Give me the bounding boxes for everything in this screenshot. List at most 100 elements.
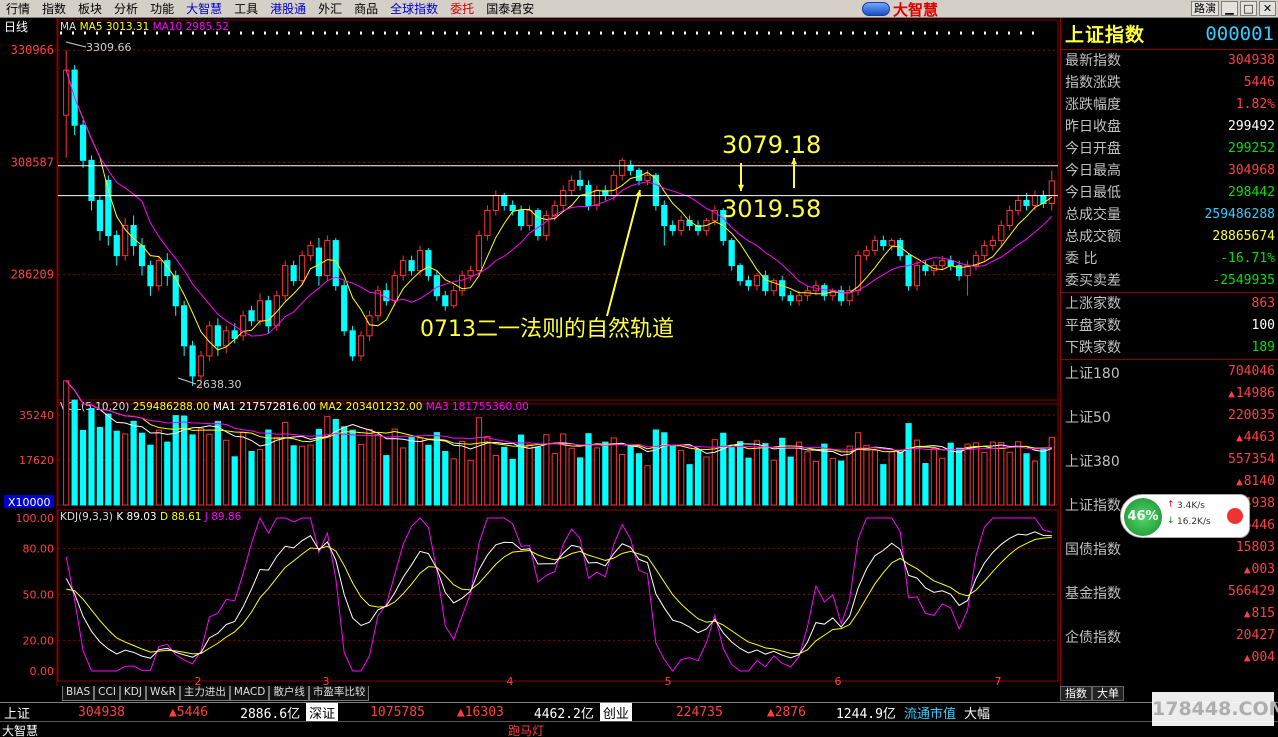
candle-body (113, 235, 120, 257)
menu-item-6[interactable]: 工具 (228, 0, 264, 18)
volume-bar (71, 399, 78, 506)
volume-bar (231, 456, 238, 506)
candle (79, 120, 87, 168)
menu-item-1[interactable]: 指数 (36, 0, 72, 18)
volume-bar (400, 447, 407, 506)
indicator-tab-2[interactable]: KDJ (119, 686, 146, 701)
candle-body (678, 220, 685, 232)
candle (703, 218, 710, 236)
volume-bar (366, 428, 373, 506)
menu-item-3[interactable]: 分析 (108, 0, 144, 18)
quote-row: 指数涨跌 5446 (1061, 72, 1278, 94)
index-item[interactable]: 上证180 704046 14986 (1061, 360, 1278, 404)
quote-rows: 最新指数 304938 指数涨跌 5446 涨跌幅度 1.82% 昨日收盘 299492 今日开… (1061, 50, 1278, 292)
candle (357, 330, 365, 361)
index-item-value: 20427 (1235, 628, 1275, 643)
network-widget[interactable]: 46% ↑ 3.4K/s ↓ 16.2K/s (1120, 494, 1250, 538)
candle-body (79, 124, 87, 161)
quote-row-label: 最新指数 (1065, 53, 1121, 69)
index-item[interactable]: 上证380 557354 8140 (1061, 448, 1278, 492)
window-button-1[interactable]: ▁ (1221, 1, 1238, 16)
candle-body (433, 275, 440, 297)
candle-body (324, 240, 331, 277)
kdj-legend-d: D 88.61 (160, 511, 205, 523)
indicator-tab-5[interactable]: MACD (229, 686, 270, 701)
index-item[interactable]: 上证50 220035 4463 (1061, 404, 1278, 448)
side-tab-0[interactable]: 指数 (1060, 686, 1092, 701)
candle (63, 50, 70, 158)
candle-body (795, 295, 803, 302)
index-item[interactable]: 企债指数 20427 004 (1061, 624, 1278, 668)
volume-bar (526, 444, 533, 506)
quote-row: 委 比 -16.71% (1061, 248, 1278, 270)
menu-item-10[interactable]: 全球指数 (384, 0, 444, 18)
quote-row-label: 总成交额 (1065, 229, 1121, 245)
menu-item-4[interactable]: 功能 (144, 0, 180, 18)
quote-row-label: 今日开盘 (1065, 141, 1121, 157)
trend-arrow-icon (606, 189, 641, 317)
menu-item-0[interactable]: 行情 (0, 0, 36, 18)
footer-app-name: 大智慧 (2, 724, 39, 737)
candle-body (619, 159, 626, 176)
index-item[interactable]: 国债指数 15803 003 (1061, 536, 1278, 580)
menu-item-2[interactable]: 板块 (72, 0, 108, 18)
candle-body (416, 250, 424, 272)
candle (265, 295, 272, 334)
menu-item-7[interactable]: 港股通 (264, 0, 312, 18)
volume-bar (408, 437, 415, 506)
kdj-legend: KDJ(9,3,3) K 89.03 D 88.61 J 89.86 (60, 511, 242, 523)
candle (745, 275, 752, 291)
quote-header: 上证指数 000001 (1061, 18, 1278, 50)
volume-bar (442, 450, 449, 506)
volume-bar (930, 448, 937, 506)
indicator-tab-4[interactable]: 主力进出 (179, 686, 230, 701)
status-flow[interactable]: 流通市值 (900, 703, 960, 722)
status-big[interactable]: 大幅 (960, 703, 994, 722)
volume-bar (753, 440, 761, 506)
window-button-0[interactable]: 路演 (1191, 1, 1219, 16)
candle (484, 205, 491, 241)
x-tick-label: 5 (665, 675, 672, 686)
quote-row-value: 299252 (1228, 141, 1275, 156)
candle (400, 255, 407, 281)
menu-item-9[interactable]: 商品 (348, 0, 384, 18)
candle (366, 310, 373, 341)
indicator-tab-3[interactable]: W&R (146, 686, 180, 701)
menu-item-11[interactable]: 委托 (444, 0, 480, 18)
breadth-row-value: 189 (1251, 340, 1275, 355)
quote-row-value: -16.71% (1220, 251, 1275, 266)
x-tick-label: 2 (195, 675, 202, 686)
quote-row: 涨跌幅度 1.82% (1061, 94, 1278, 116)
candle-body (475, 235, 483, 272)
indicator-tab-6[interactable]: 散户线 (269, 686, 309, 701)
index-item[interactable]: 基金指数 566429 815 (1061, 580, 1278, 624)
candle (341, 280, 348, 336)
volume-bar (568, 447, 575, 506)
indicator-tab-7[interactable]: 市盈率比较 (308, 686, 370, 701)
side-tab-1[interactable]: 大单 (1092, 686, 1124, 701)
window-button-2[interactable]: □ (1240, 1, 1257, 16)
candle-body (164, 260, 171, 277)
volume-bar (736, 441, 744, 506)
candle (1006, 205, 1013, 231)
candle-body (341, 285, 348, 332)
candle (349, 325, 356, 361)
candle-body (517, 209, 525, 227)
volume-bar (324, 416, 331, 506)
net-plus-icon[interactable] (1227, 508, 1243, 524)
volume-bar (610, 437, 617, 506)
ma-legend: MA MA5 3013.31 MA10 2985.52 (60, 21, 229, 33)
candle (130, 215, 137, 256)
indicator-tab-0[interactable]: BIAS (62, 686, 95, 701)
menu-item-8[interactable]: 外汇 (312, 0, 348, 18)
index-item-value: 704046 (1228, 364, 1275, 379)
candle-body (408, 260, 415, 272)
menu-item-5[interactable]: 大智慧 (180, 0, 228, 18)
menu-item-12[interactable]: 国泰君安 (480, 0, 540, 18)
window-button-3[interactable]: ✕ (1259, 1, 1276, 16)
candle (189, 340, 196, 386)
kline-chart[interactable]: 330966 308587 286209 日线 MA MA5 3013.31 MA10 … (0, 18, 1060, 686)
volume-bar (602, 441, 609, 506)
volume-bar (678, 449, 685, 506)
indicator-tab-1[interactable]: CCI (94, 686, 120, 701)
